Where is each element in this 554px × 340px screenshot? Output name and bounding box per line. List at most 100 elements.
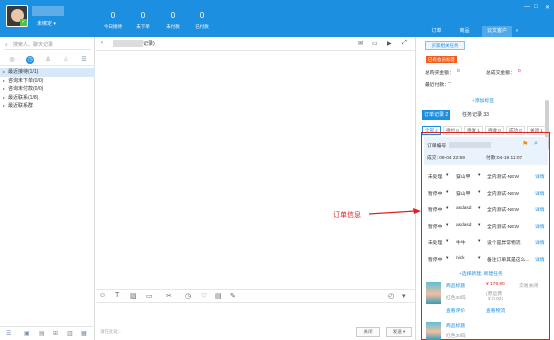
group-icon[interactable]: ♧ [62,56,70,64]
doc-icon[interactable]: ▤ [39,330,45,337]
chat-bubble-icon[interactable]: ✉ [358,40,363,47]
status-dropdown[interactable]: 未处理 [428,239,442,246]
contacts-icon[interactable]: ☰ [80,56,88,64]
user-status[interactable]: 未绑定 ▾ [37,20,56,27]
status-dropdown[interactable]: 暂停中 [428,190,442,197]
minimize-icon[interactable]: — [524,4,530,10]
view-review-link[interactable]: 查看评价 [446,307,465,314]
stat-not-ordered[interactable]: 0 未下单 [128,11,158,30]
chevron-down-icon: ▾ [446,256,449,261]
last-pay-label: 最近付款： [425,83,449,88]
assignee-dropdown[interactable]: asdasd [456,206,471,211]
total-deal-value: 0 [518,69,521,74]
assignee-dropdown[interactable]: 穿山甲 [456,190,470,197]
product-item[interactable]: 商品标题 红色30码 [426,322,546,340]
image-icon[interactable]: ▨ [130,292,137,300]
maximize-icon[interactable]: □ [534,4,538,10]
chevron-down-icon: ▾ [446,190,449,195]
tab-task-records[interactable]: 任务记录 33 [460,110,491,120]
product-image [426,282,441,304]
product-title[interactable]: 商品标题 [446,282,465,289]
grid-icon[interactable]: ⊞ [53,330,58,337]
chat-title: 记录) [143,41,155,47]
heart-icon[interactable]: ♡ [201,292,207,300]
menu-icon[interactable]: ☰ [6,330,11,337]
list-item[interactable]: ▸ 最近接待(1/1) [0,68,95,77]
assignee-dropdown[interactable]: nick [456,256,465,261]
add-tag-link[interactable]: +添加标签 [472,97,494,104]
clock-icon[interactable]: ◷ [26,56,34,64]
tab-buyer-tasks[interactable]: 买家相关任务 [425,41,465,50]
list-item[interactable]: ▸ 咨询未下单(0/0) [0,77,95,86]
chat-icon[interactable]: ◎ [8,56,16,64]
task-desc: 全内测试-NEW [487,225,519,230]
detail-link[interactable]: 详情 [535,239,545,246]
status-dropdown[interactable]: 暂停中 [428,206,442,213]
online-check-icon: ✓ [20,19,27,26]
chevron-down-icon: ▾ [478,190,481,195]
message-input[interactable]: 请在此处... [100,329,122,335]
doc-icon[interactable]: ▤ [215,292,222,300]
product-shipping: (原运费 [486,292,502,297]
status-dropdown[interactable]: 暂停中 [428,223,442,230]
scissors-icon[interactable]: ✂ [166,292,172,300]
task-desc: 设个是异常物流 [487,241,521,246]
search-input[interactable]: ⌕ 搜索人、聊天记录 [4,40,91,50]
left-filter-icons: ◎ ◷ ♙ ♧ ☰ [0,54,95,66]
expand-icon[interactable]: ⤢ [402,40,407,47]
stat-unpaid[interactable]: 0 未付款 [158,11,188,30]
card-icon[interactable]: ▭ [372,40,378,47]
status-dropdown[interactable]: 未处理 [428,173,442,180]
detail-link[interactable]: 详情 [535,223,545,230]
detail-link[interactable]: 详情 [535,206,545,213]
total-buy-label: 总购买金额： [425,71,454,76]
detail-link[interactable]: 详情 [535,190,545,197]
product-title[interactable]: 商品标题 [446,322,465,329]
tab-products[interactable]: 商品 [452,26,477,37]
assignee-dropdown[interactable]: 牛牛 [456,239,466,246]
font-icon[interactable]: T [115,292,119,299]
video-icon[interactable]: ▶ [387,40,392,47]
more-icon[interactable]: ▾ [402,292,406,300]
avatar[interactable]: ✓ [6,5,28,27]
stat-paid[interactable]: 0 已付款 [187,11,217,30]
close-icon[interactable]: ✕ [545,4,550,11]
chevron-left-icon[interactable]: ‹ [101,40,103,46]
product-image [426,322,441,340]
product-sku: 红色30码 [446,334,466,339]
chevron-down-icon: ▾ [446,223,449,228]
order-number-label: 订单编号 [427,144,447,149]
flag-icon[interactable]: ⚑ [522,140,528,148]
folder-icon[interactable]: ▣ [24,330,30,337]
table-icon[interactable]: ▦ [81,330,87,337]
tab-orders[interactable]: 订单 [424,26,449,37]
status-dropdown[interactable]: 暂停中 [428,256,442,263]
folder-icon[interactable]: ▭ [146,292,153,300]
list-item[interactable]: ▸ 最近联系群 [0,102,95,111]
list-item[interactable]: ▸ 咨询未付款(0/0) [0,85,95,94]
view-logistics-link[interactable]: 查看物流 [486,307,505,314]
assignee-dropdown[interactable]: asdasd [456,223,471,228]
more-icon[interactable]: » [512,26,522,37]
detail-link[interactable]: 详情 [535,256,545,263]
stat-today[interactable]: 0 今日接待 [98,11,128,30]
close-button[interactable]: 关闭 [356,327,380,337]
product-item[interactable]: 商品标题 红色30码 ¥ 179.90 (原运费 ¥ 0.00) 交易关闭 查看… [426,282,546,314]
list-item[interactable]: ▸ 最近联系(1/8) [0,94,95,103]
new-task-link[interactable]: +选择新建, 新建任务 [459,270,503,277]
clock-history-icon[interactable]: ◴ [388,292,394,300]
send-button[interactable]: 发送 ▾ [386,327,412,337]
clock-icon[interactable]: ◷ [185,292,191,300]
assignee-dropdown[interactable]: 穿山甲 [456,173,470,180]
chevron-down-icon: ▾ [478,239,481,244]
emoji-icon[interactable]: ☺ [99,292,106,299]
order-time: 成交: 09-04 22:59 [427,156,465,161]
detail-link[interactable]: 详情 [535,173,545,180]
task-desc: 全内测试-NEW [487,192,519,197]
tab-order-records[interactable]: 订单记录 2 [422,110,451,120]
person-icon[interactable]: ♙ [44,56,52,64]
print-icon[interactable]: ▥ [67,330,73,337]
edit-icon[interactable]: ✎ [230,292,236,300]
tab-customers[interactable]: 云文客户 [482,26,512,37]
search-order-icon[interactable]: ⌕ [534,140,538,148]
